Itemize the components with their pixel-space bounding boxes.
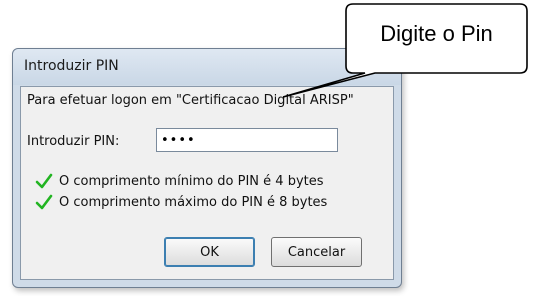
pin-label: Introduzir PIN: — [27, 134, 120, 149]
requirement-text: O comprimento máximo do PIN é 8 bytes — [59, 194, 328, 210]
screenshot-stage: Introduzir PIN Para efetuar logon em "Ce… — [0, 0, 540, 296]
callout-text: Digite o Pin — [380, 21, 493, 46]
check-icon — [35, 172, 53, 190]
dialog-body: Para efetuar logon em "Certificacao Digi… — [20, 86, 394, 280]
requirement-min-length: O comprimento mínimo do PIN é 4 bytes — [35, 172, 324, 190]
check-icon — [35, 193, 53, 211]
ok-button[interactable]: OK — [164, 237, 255, 267]
pin-input[interactable] — [156, 128, 338, 152]
dialog-title: Introduzir PIN — [24, 58, 119, 74]
pin-dialog: Introduzir PIN Para efetuar logon em "Ce… — [12, 48, 402, 288]
requirement-max-length: O comprimento máximo do PIN é 8 bytes — [35, 193, 327, 211]
callout-annotation: Digite o Pin — [282, 3, 528, 98]
cancel-button[interactable]: Cancelar — [271, 237, 362, 267]
requirement-text: O comprimento mínimo do PIN é 4 bytes — [59, 173, 324, 189]
logon-message: Para efetuar logon em "Certificacao Digi… — [27, 93, 354, 108]
